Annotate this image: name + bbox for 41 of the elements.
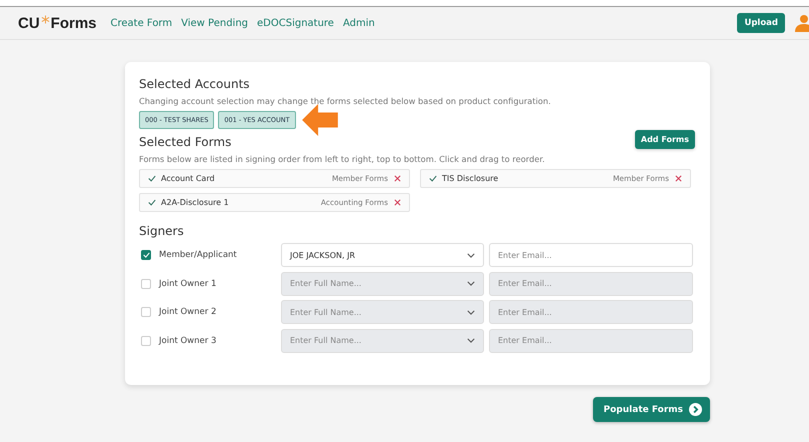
nav-link[interactable]: Create Form — [110, 18, 172, 28]
name-select[interactable]: Enter Full Name... — [281, 272, 484, 296]
check-icon — [148, 199, 156, 206]
nav-link[interactable]: Admin — [342, 18, 375, 28]
arrow-icon — [302, 104, 338, 136]
check-icon — [148, 175, 156, 182]
upload-button[interactable]: Upload — [737, 13, 785, 33]
arrow-circle-icon — [689, 403, 702, 416]
chevron-down-icon — [467, 338, 475, 343]
name-select[interactable]: Enter Full Name... — [281, 328, 484, 352]
section-title: Selected Accounts — [139, 77, 251, 91]
checkbox[interactable] — [141, 250, 151, 260]
signer-label: Joint Owner 2 — [159, 307, 218, 317]
form-name: TIS Disclosure — [442, 174, 500, 183]
signer-label: Joint Owner 3 — [159, 336, 218, 346]
star-icon — [40, 14, 50, 24]
form-name: Account Card — [161, 174, 216, 183]
user-icon[interactable] — [795, 14, 809, 32]
chevron-down-icon — [467, 252, 475, 258]
remove-icon[interactable] — [394, 199, 401, 206]
logo-text: Forms — [50, 14, 97, 32]
form-name: A2A-Disclosure 1 — [161, 198, 230, 207]
signer-label: Member/Applicant — [159, 250, 238, 260]
populate-forms-button[interactable]: Populate Forms — [592, 397, 710, 422]
check-icon — [429, 175, 437, 182]
section-title: Signers — [139, 224, 185, 238]
section-title: Selected Forms — [139, 135, 232, 149]
section-note: Forms below are listed in signing order from left to right, top to bottom. Click and drag to reorder. — [139, 154, 546, 164]
logo-text: CU — [18, 14, 40, 32]
remove-icon[interactable] — [675, 175, 682, 182]
nav-link[interactable]: eDOCSignature — [257, 18, 334, 28]
nav-link[interactable]: View Pending — [181, 18, 248, 28]
name-select[interactable]: JOE JACKSON, JR — [281, 243, 484, 267]
chevron-down-icon — [467, 310, 475, 314]
section-note: Changing account selection may change the forms selected below based on product configuration. — [139, 96, 552, 106]
email-field[interactable]: Enter Email... — [489, 243, 693, 267]
signer-label: Joint Owner 1 — [159, 278, 218, 288]
remove-icon[interactable] — [394, 175, 401, 182]
add-forms-button[interactable]: Add Forms — [634, 130, 695, 149]
name-select[interactable]: Enter Full Name... — [281, 300, 484, 324]
chevron-down-icon — [467, 281, 475, 286]
